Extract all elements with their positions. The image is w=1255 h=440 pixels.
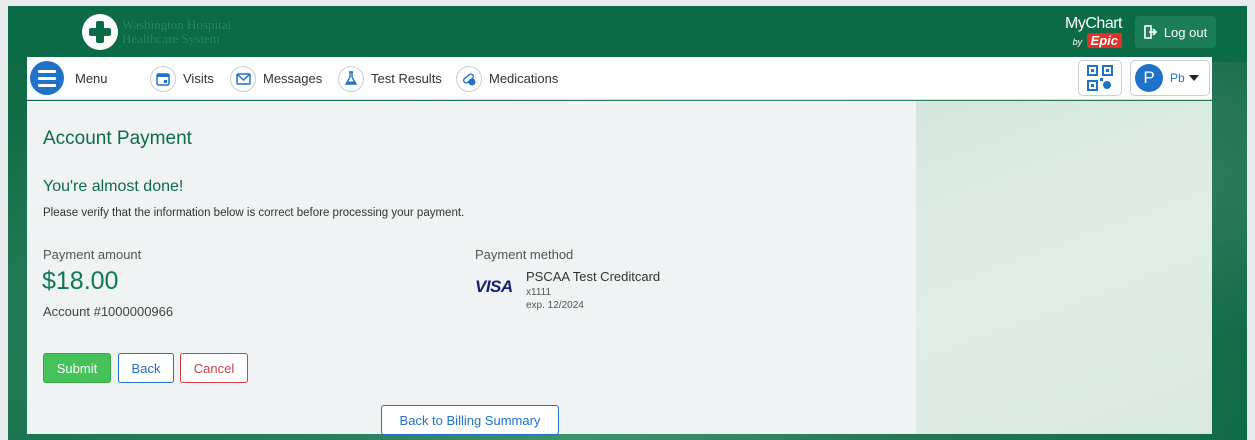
- logout-button[interactable]: Log out: [1135, 16, 1216, 48]
- nav-item-label: Visits: [183, 71, 214, 86]
- account-number: Account #1000000966: [43, 304, 174, 319]
- payment-amount-value: $18.00: [42, 267, 119, 295]
- mychart-wordmark: MyChart: [1065, 15, 1122, 32]
- card-name: PSCAA Test Creditcard: [526, 269, 661, 284]
- org-name-line2: Healthcare System: [122, 31, 220, 46]
- nav-item-label: Medications: [489, 71, 559, 86]
- main-content: Account Payment You're almost done! Plea…: [27, 101, 916, 435]
- main-nav-bar: Menu Visits Messages Test Results Medica…: [27, 57, 1212, 100]
- visa-logo-icon: VISA: [475, 277, 513, 296]
- chevron-down-icon: [1188, 75, 1199, 81]
- nav-item-visits[interactable]: Visits: [150, 57, 214, 100]
- mychart-logo: MyChart by Epic: [1060, 15, 1123, 50]
- card-expiry: exp. 12/2024: [526, 300, 584, 311]
- user-initials: Pb: [1170, 71, 1185, 85]
- page-title: Account Payment: [43, 128, 192, 149]
- flask-icon: [338, 65, 364, 92]
- cross-logo-icon: [82, 14, 118, 50]
- envelope-icon: [230, 65, 256, 92]
- by-label: by: [1072, 37, 1083, 47]
- side-panel: [916, 101, 1212, 434]
- card-last4: x1111: [526, 287, 552, 298]
- payment-method-label: Payment method: [475, 247, 574, 262]
- nav-item-label: Messages: [263, 71, 323, 86]
- logout-icon: [1144, 25, 1158, 39]
- back-to-billing-summary-button[interactable]: Back to Billing Summary: [381, 405, 559, 435]
- org-name: Washington Hospital Healthcare System: [122, 18, 231, 46]
- org-name-line1: Washington Hospital: [122, 17, 232, 32]
- back-button[interactable]: Back: [118, 353, 174, 383]
- user-menu-button[interactable]: P Pb: [1130, 60, 1210, 96]
- nav-menu[interactable]: Menu: [75, 57, 108, 100]
- nav-item-messages[interactable]: Messages: [230, 57, 322, 100]
- nav-item-medications[interactable]: Medications: [456, 57, 558, 100]
- epic-wordmark: Epic: [1086, 33, 1122, 48]
- qr-code-button[interactable]: [1078, 60, 1122, 96]
- nav-item-label: Test Results: [371, 71, 442, 86]
- nav-item-test-results[interactable]: Test Results: [338, 57, 442, 100]
- top-header-bar: Washington Hospital Healthcare System My…: [8, 6, 1247, 62]
- calendar-icon: [150, 65, 176, 92]
- qr-code-icon: [1087, 65, 1113, 91]
- payment-amount-label: Payment amount: [43, 247, 142, 262]
- avatar: P: [1135, 64, 1163, 92]
- verify-instructions: Please verify that the information below…: [43, 207, 465, 219]
- submit-button[interactable]: Submit: [43, 353, 111, 383]
- logout-label: Log out: [1163, 24, 1208, 40]
- pills-icon: [456, 65, 482, 92]
- menu-hamburger-icon[interactable]: [30, 61, 64, 95]
- org-logo[interactable]: Washington Hospital Healthcare System: [82, 14, 231, 50]
- cancel-button[interactable]: Cancel: [180, 353, 248, 383]
- nav-menu-label: Menu: [75, 71, 108, 86]
- almost-done-heading: You're almost done!: [43, 178, 184, 195]
